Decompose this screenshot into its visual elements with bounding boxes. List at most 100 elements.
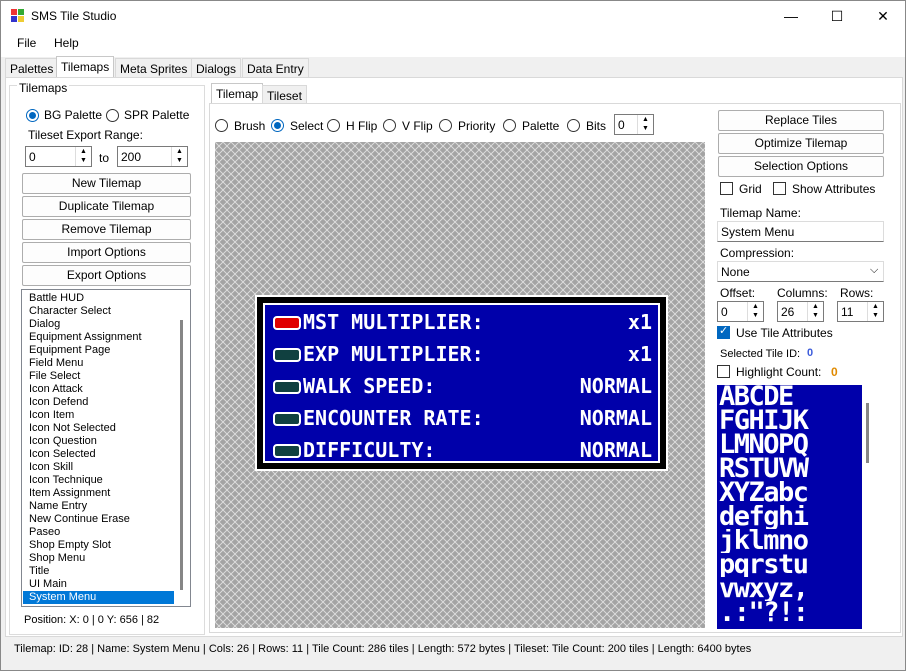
spinner-arrows-icon[interactable]: ▲ ▼ bbox=[807, 302, 823, 321]
list-item[interactable]: Equipment Assignment bbox=[23, 331, 175, 344]
list-item[interactable]: File Select bbox=[23, 370, 175, 383]
minimize-button[interactable]: — bbox=[768, 1, 814, 31]
tool-palette-radio[interactable] bbox=[503, 119, 516, 132]
list-item[interactable]: Item Assignment bbox=[23, 487, 175, 500]
tool-select-radio[interactable] bbox=[271, 119, 284, 132]
spinner-arrows-icon[interactable]: ▲ ▼ bbox=[637, 115, 653, 134]
range-to-label: to bbox=[99, 151, 110, 165]
rows-input[interactable]: 11 ▲ ▼ bbox=[837, 301, 884, 322]
list-item[interactable]: Dialog bbox=[23, 318, 175, 331]
highlight-count-checkbox[interactable] bbox=[717, 365, 730, 378]
list-item[interactable]: Icon Item bbox=[23, 409, 175, 422]
bits-input[interactable]: 0 ▲ ▼ bbox=[614, 114, 654, 135]
tileset-row: ABCDE bbox=[719, 385, 794, 409]
export-range-label: Tileset Export Range: bbox=[28, 128, 143, 142]
preview-row: EXP MULTIPLIER: x1 bbox=[273, 341, 652, 367]
duplicate-tilemap-button[interactable]: Duplicate Tilemap bbox=[22, 196, 191, 217]
tab-meta-sprites[interactable]: Meta Sprites bbox=[115, 58, 193, 78]
list-scrollbar[interactable] bbox=[174, 290, 190, 606]
preview-row: ENCOUNTER RATE: NORMAL bbox=[273, 405, 652, 431]
close-button[interactable]: ✕ bbox=[860, 1, 906, 31]
show-attributes-label: Show Attributes bbox=[792, 182, 876, 196]
list-item[interactable]: UI Main bbox=[23, 578, 175, 591]
tileset-scrollbar[interactable] bbox=[862, 385, 873, 629]
tool-bits-label: Bits bbox=[586, 119, 607, 133]
range-from-input[interactable]: 0 ▲ ▼ bbox=[25, 146, 92, 167]
subtab-tilemap[interactable]: Tilemap bbox=[211, 83, 264, 103]
spinner-arrows-icon[interactable]: ▲ ▼ bbox=[171, 147, 187, 166]
list-item[interactable]: Name Entry bbox=[23, 500, 175, 513]
range-to-input[interactable]: 200 ▲ ▼ bbox=[117, 146, 188, 167]
tool-palette-label: Palette bbox=[522, 119, 560, 133]
window-title: SMS Tile Studio bbox=[31, 9, 117, 23]
list-item[interactable]: Icon Skill bbox=[23, 461, 175, 474]
compression-select[interactable]: None ⌵ bbox=[717, 261, 884, 282]
import-options-button[interactable]: Import Options bbox=[22, 242, 191, 263]
scrollbar-thumb[interactable] bbox=[180, 320, 183, 590]
list-item[interactable]: New Continue Erase bbox=[23, 513, 175, 526]
tileset-grid[interactable]: ABCDE FGHIJK LMNOPQ RSTUVW XYZabc defghi jklmn… bbox=[717, 385, 862, 629]
list-item[interactable]: Icon Question bbox=[23, 435, 175, 448]
menu-file[interactable]: File bbox=[17, 36, 36, 50]
list-item[interactable]: Field Menu bbox=[23, 357, 175, 370]
use-tile-attributes-label: Use Tile Attributes bbox=[736, 326, 833, 340]
tool-brush-radio[interactable] bbox=[215, 119, 228, 132]
tilemap-list[interactable]: Battle HUD Character Select Dialog Equipmen… bbox=[21, 289, 191, 607]
list-item[interactable]: Character Select bbox=[23, 305, 175, 318]
system-menu-panel: MST MULTIPLIER: x1 EXP MULTIPLIER: x1 WALK S… bbox=[263, 303, 660, 463]
remove-tilemap-button[interactable]: Remove Tilemap bbox=[22, 219, 191, 240]
tab-palettes[interactable]: Palettes bbox=[5, 58, 59, 78]
tool-vflip-radio[interactable] bbox=[383, 119, 396, 132]
tileset-viewer[interactable]: ABCDE FGHIJK LMNOPQ RSTUVW XYZabc defghi jklmn… bbox=[717, 385, 873, 629]
tab-data-entry[interactable]: Data Entry bbox=[242, 58, 309, 78]
menu-help[interactable]: Help bbox=[54, 36, 79, 50]
rows-label: Rows: bbox=[840, 286, 874, 300]
tileset-row: XYZabc bbox=[719, 481, 809, 505]
export-options-button[interactable]: Export Options bbox=[22, 265, 191, 286]
offset-input[interactable]: 0 ▲ ▼ bbox=[717, 301, 764, 322]
list-item[interactable]: Icon Attack bbox=[23, 383, 175, 396]
offset-label: Offset: bbox=[720, 286, 756, 300]
list-item[interactable]: System Menu bbox=[23, 591, 175, 604]
list-item[interactable]: Equipment Page bbox=[23, 344, 175, 357]
highlight-count-value: 0 bbox=[831, 365, 838, 379]
tilemap-canvas[interactable]: MST MULTIPLIER: x1 EXP MULTIPLIER: x1 WALK S… bbox=[215, 142, 705, 628]
list-item[interactable]: Icon Not Selected bbox=[23, 422, 175, 435]
compression-label: Compression: bbox=[720, 246, 795, 260]
list-item[interactable]: Paseo bbox=[23, 526, 175, 539]
list-item[interactable]: Shop Menu bbox=[23, 552, 175, 565]
spinner-arrows-icon[interactable]: ▲ ▼ bbox=[747, 302, 763, 321]
selection-options-button[interactable]: Selection Options bbox=[718, 156, 884, 177]
tool-bits-radio[interactable] bbox=[567, 119, 580, 132]
tab-dialogs[interactable]: Dialogs bbox=[191, 58, 242, 78]
tab-tilemaps[interactable]: Tilemaps bbox=[56, 56, 115, 78]
list-item[interactable]: Shop Empty Slot bbox=[23, 539, 175, 552]
optimize-tilemap-button[interactable]: Optimize Tilemap bbox=[718, 133, 884, 154]
spr-palette-radio[interactable] bbox=[106, 109, 119, 122]
tilemap-name-input[interactable]: System Menu bbox=[717, 221, 884, 242]
tool-hflip-radio[interactable] bbox=[327, 119, 340, 132]
tool-priority-radio[interactable] bbox=[439, 119, 452, 132]
list-item[interactable]: Title bbox=[23, 565, 175, 578]
tileset-row: jklmno bbox=[719, 529, 809, 553]
list-item[interactable]: Icon Selected bbox=[23, 448, 175, 461]
use-tile-attributes-checkbox[interactable] bbox=[717, 324, 730, 339]
grid-label: Grid bbox=[739, 182, 762, 196]
scrollbar-thumb[interactable] bbox=[866, 403, 869, 463]
grid-checkbox[interactable] bbox=[720, 182, 733, 195]
spinner-arrows-icon[interactable]: ▲ ▼ bbox=[867, 302, 883, 321]
new-tilemap-button[interactable]: New Tilemap bbox=[22, 173, 191, 194]
spinner-arrows-icon[interactable]: ▲ ▼ bbox=[75, 147, 91, 166]
list-item[interactable]: Icon Technique bbox=[23, 474, 175, 487]
tool-priority-label: Priority bbox=[458, 119, 496, 133]
bg-palette-radio[interactable] bbox=[26, 109, 39, 122]
columns-input[interactable]: 26 ▲ ▼ bbox=[777, 301, 824, 322]
replace-tiles-button[interactable]: Replace Tiles bbox=[718, 110, 884, 131]
list-item[interactable]: Battle HUD bbox=[23, 292, 175, 305]
spr-palette-label: SPR Palette bbox=[124, 108, 190, 122]
list-item[interactable]: Icon Defend bbox=[23, 396, 175, 409]
preview-row-value: NORMAL bbox=[579, 438, 652, 462]
show-attributes-checkbox[interactable] bbox=[773, 182, 786, 195]
subtab-tileset[interactable]: Tileset bbox=[262, 85, 307, 103]
maximize-button[interactable]: ☐ bbox=[814, 1, 860, 31]
